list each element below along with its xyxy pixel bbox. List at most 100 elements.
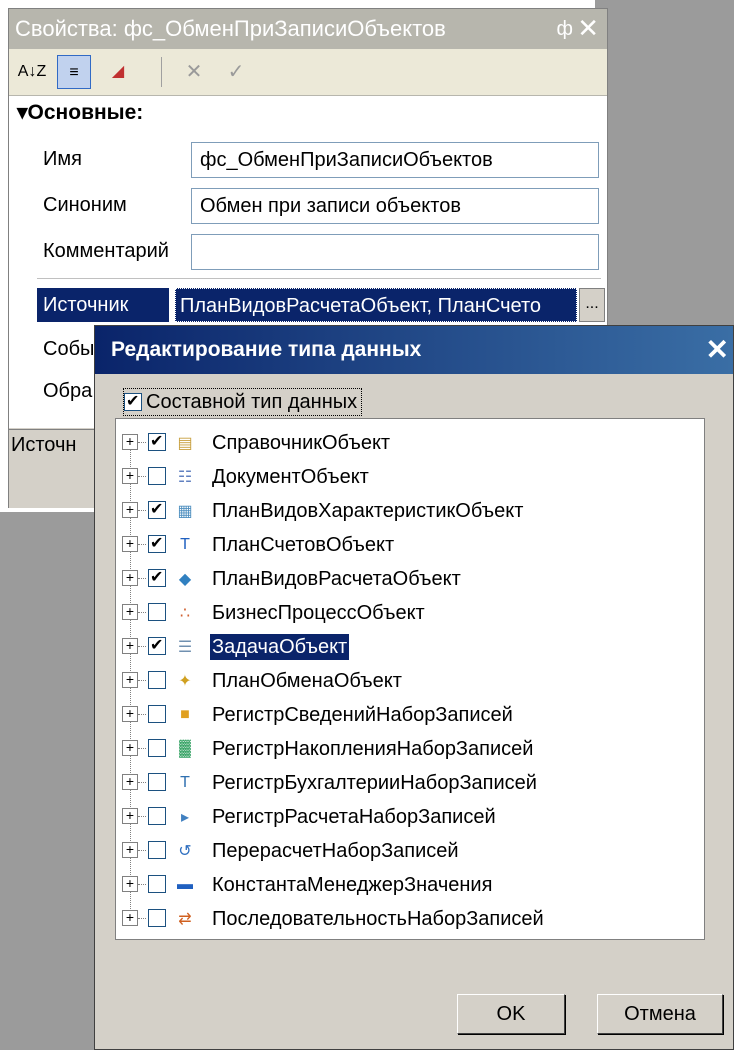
filter-icon[interactable]: ◢: [101, 55, 135, 89]
expand-icon[interactable]: +: [122, 604, 138, 620]
document-icon: ☷: [177, 469, 193, 486]
synonym-field[interactable]: Обмен при записи объектов: [191, 188, 599, 224]
comment-field[interactable]: [191, 234, 599, 270]
expand-icon[interactable]: +: [122, 502, 138, 518]
item-checkbox[interactable]: [148, 909, 166, 927]
item-checkbox[interactable]: [148, 705, 166, 723]
ok-button[interactable]: OK: [457, 994, 565, 1034]
expand-icon[interactable]: +: [122, 740, 138, 756]
handler-label: Обра: [43, 380, 93, 402]
section-header[interactable]: ▾Основные:: [17, 100, 143, 125]
expand-icon[interactable]: +: [122, 570, 138, 586]
tree-item[interactable]: + ☷ ДокументОбъект: [116, 461, 676, 493]
tree-connector: [138, 816, 146, 817]
catalog-icon: ▤: [177, 435, 193, 452]
expand-icon[interactable]: +: [122, 842, 138, 858]
tree-item[interactable]: + ▓ РегистрНакопленияНаборЗаписей: [116, 733, 676, 765]
item-checkbox[interactable]: [148, 467, 166, 485]
source-row[interactable]: Источник ПланВидовРасчетаОбъект, ПланСче…: [37, 288, 605, 322]
tree-item[interactable]: + T ПланСчетовОбъект: [116, 529, 676, 561]
tree-item-label[interactable]: ПланВидовХарактеристикОбъект: [210, 498, 525, 524]
ellipsis-button[interactable]: ...: [579, 288, 605, 322]
tree-item-label[interactable]: ПланСчетовОбъект: [210, 532, 396, 558]
item-checkbox[interactable]: [148, 875, 166, 893]
tree-item-label[interactable]: ПоследовательностьНаборЗаписей: [210, 906, 546, 932]
expand-icon[interactable]: +: [122, 672, 138, 688]
dialog-close-icon[interactable]: ✕: [706, 326, 729, 374]
tree-item-label[interactable]: ДокументОбъект: [210, 464, 371, 490]
item-checkbox[interactable]: [148, 431, 166, 451]
item-checkbox[interactable]: [148, 841, 166, 859]
tree-connector: [138, 850, 146, 851]
item-checkbox[interactable]: [148, 567, 166, 587]
expand-icon[interactable]: +: [122, 638, 138, 654]
item-checkbox[interactable]: [148, 635, 166, 655]
exchange-plan-icon: ✦: [178, 673, 192, 690]
name-field[interactable]: фс_ОбменПриЗаписиОбъектов: [191, 142, 599, 178]
accumulation-register-icon: ▓: [179, 740, 191, 757]
apply-edit-icon[interactable]: ✓: [219, 55, 253, 89]
task-icon: ☰: [177, 639, 193, 656]
composite-type-checkbox[interactable]: Составной тип данных: [123, 388, 363, 416]
tree-connector: [138, 714, 146, 715]
tree-item-label[interactable]: РегистрРасчетаНаборЗаписей: [210, 804, 498, 830]
composite-label: Составной тип данных: [146, 390, 358, 413]
tree-item[interactable]: + ∴ БизнесПроцессОбъект: [116, 597, 676, 629]
tree-item[interactable]: + ↺ ПерерасчетНаборЗаписей: [116, 835, 676, 867]
tree-item[interactable]: + ▬ КонстантаМенеджерЗначения: [116, 869, 676, 901]
tree-item-label[interactable]: СправочникОбъект: [210, 430, 392, 456]
sort-alphabetical-icon[interactable]: A↓Z: [15, 55, 49, 89]
tree-item-label[interactable]: ПланВидовРасчетаОбъект: [210, 566, 463, 592]
characteristics-icon: ▦: [177, 503, 193, 520]
tree-item[interactable]: + ▸ РегистрРасчетаНаборЗаписей: [116, 801, 676, 833]
cancel-button[interactable]: Отмена: [597, 994, 723, 1034]
item-checkbox[interactable]: [148, 739, 166, 757]
tree-connector: [138, 442, 146, 443]
toolbar-separator: [161, 57, 162, 87]
tree-item[interactable]: + ■ РегистрСведенийНаборЗаписей: [116, 699, 676, 731]
tree-item[interactable]: + ✦ ПланОбменаОбъект: [116, 665, 676, 697]
item-checkbox[interactable]: [148, 603, 166, 621]
status-text: Источн: [11, 434, 77, 456]
tree-item-label[interactable]: РегистрСведенийНаборЗаписей: [210, 702, 515, 728]
dialog-title: Редактирование типа данных: [111, 338, 422, 361]
item-checkbox[interactable]: [148, 807, 166, 825]
sequence-icon: ⇄: [178, 911, 192, 928]
expand-icon[interactable]: +: [122, 876, 138, 892]
pin-icon[interactable]: ф: [557, 9, 573, 49]
item-checkbox[interactable]: [148, 773, 166, 791]
section-title: Основные:: [27, 101, 144, 124]
expand-icon[interactable]: +: [122, 910, 138, 926]
source-value[interactable]: ПланВидовРасчетаОбъект, ПланСчето: [175, 288, 577, 322]
item-checkbox[interactable]: [148, 671, 166, 689]
tree-item-label[interactable]: РегистрБухгалтерииНаборЗаписей: [210, 770, 539, 796]
expand-icon[interactable]: +: [122, 468, 138, 484]
tree-connector: [138, 680, 146, 681]
expand-icon[interactable]: +: [122, 706, 138, 722]
tree-item[interactable]: + ▦ ПланВидовХарактеристикОбъект: [116, 495, 676, 527]
tree-item[interactable]: + ◆ ПланВидовРасчетаОбъект: [116, 563, 676, 595]
tree-item-label[interactable]: БизнесПроцессОбъект: [210, 600, 427, 626]
tree-item-label[interactable]: ПланОбменаОбъект: [210, 668, 404, 694]
expand-icon[interactable]: +: [122, 808, 138, 824]
item-checkbox[interactable]: [148, 533, 166, 553]
expand-icon[interactable]: +: [122, 774, 138, 790]
tree-item-label[interactable]: ПерерасчетНаборЗаписей: [210, 838, 461, 864]
close-icon[interactable]: ✕: [577, 9, 599, 48]
tree-item[interactable]: + ⇄ ПоследовательностьНаборЗаписей: [116, 903, 676, 935]
tree-item[interactable]: + ▤ СправочникОбъект: [116, 427, 676, 459]
expand-icon[interactable]: +: [122, 434, 138, 450]
tree-item-label[interactable]: РегистрНакопленияНаборЗаписей: [210, 736, 535, 762]
tree-connector: [138, 782, 146, 783]
recalculation-icon: ↺: [178, 843, 192, 860]
tree-item[interactable]: + ☰ ЗадачаОбъект: [116, 631, 676, 663]
tree-item-label[interactable]: ЗадачаОбъект: [210, 634, 350, 660]
tree-item-label[interactable]: КонстантаМенеджерЗначения: [210, 872, 494, 898]
expand-icon[interactable]: +: [122, 536, 138, 552]
divider: [37, 278, 601, 279]
tree-item[interactable]: + T РегистрБухгалтерииНаборЗаписей: [116, 767, 676, 799]
item-checkbox[interactable]: [148, 499, 166, 519]
categorized-view-icon[interactable]: ≡: [57, 55, 91, 89]
cancel-edit-icon[interactable]: ✕: [177, 55, 211, 89]
composite-checkbox-box[interactable]: [124, 391, 142, 411]
